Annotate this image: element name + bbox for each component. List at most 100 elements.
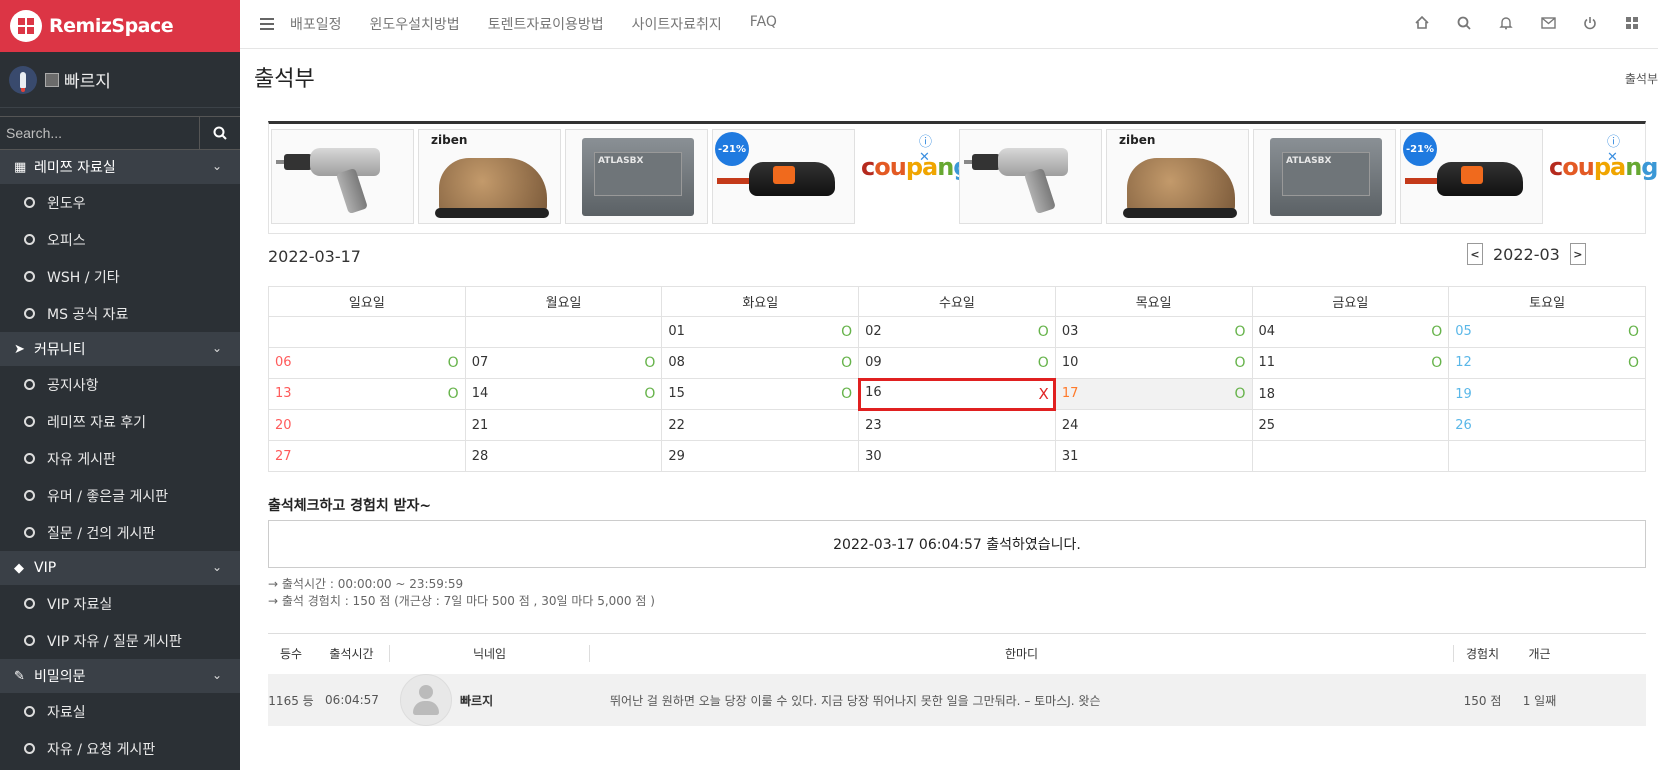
ad-product-saw[interactable]: -21% bbox=[1400, 129, 1543, 224]
calendar-day[interactable]: 18 bbox=[1251, 378, 1450, 410]
nav-link-windows-install[interactable]: 윈도우설치방법 bbox=[370, 14, 460, 34]
table-row: 1165 등 06:04:57 빠르지 뛰어난 걸 원하면 오늘 당장 이룰 수… bbox=[268, 674, 1646, 726]
nav-link-schedule[interactable]: 배포일정 bbox=[290, 14, 342, 34]
ad-product-battery[interactable]: ATLASBX bbox=[1253, 129, 1396, 224]
search-button[interactable] bbox=[200, 117, 240, 149]
calendar-day[interactable]: 29 bbox=[661, 440, 860, 472]
calendar-day[interactable]: 02 O bbox=[858, 316, 1056, 348]
attendance-calendar: 일요일 월요일 화요일 수요일 목요일 금요일 토요일 01 O 02 O 03 O 04 O… bbox=[268, 286, 1646, 472]
home-icon[interactable] bbox=[1412, 15, 1432, 33]
sidebar-item-label: WSH / 기타 bbox=[47, 269, 120, 286]
sidebar-item[interactable]: 자유 게시판 bbox=[0, 440, 240, 477]
calendar-day[interactable]: 15 O bbox=[661, 378, 860, 410]
user-profile[interactable]: 빠르지 bbox=[0, 52, 240, 108]
prev-month-button[interactable]: < bbox=[1467, 243, 1483, 265]
ad-product-battery[interactable]: ATLASBX bbox=[565, 129, 708, 224]
sidebar-item[interactable]: WSH / 기타 bbox=[0, 258, 240, 295]
ad-banner[interactable]: ziben ATLASBX -21% coupang ⓘ ✕ ziben bbox=[268, 121, 1658, 234]
sidebar-item[interactable]: VIP 자유 / 질문 게시판 bbox=[0, 622, 240, 659]
calendar-day[interactable]: 22 bbox=[661, 409, 860, 441]
ad-product-shoe[interactable]: ziben bbox=[1106, 129, 1249, 224]
calendar-day[interactable]: 23 bbox=[858, 409, 1056, 441]
brand-bar[interactable]: RemizSpace bbox=[0, 0, 240, 52]
power-icon[interactable] bbox=[1580, 16, 1600, 34]
sidebar-item[interactable]: 오피스 bbox=[0, 221, 240, 258]
nav-link-faq[interactable]: FAQ bbox=[750, 14, 777, 34]
circle-icon bbox=[24, 453, 35, 464]
ad-close-icon[interactable]: ⓘ ✕ bbox=[919, 131, 932, 165]
calendar-day[interactable]: 28 bbox=[464, 440, 663, 472]
calendar-day[interactable]: 08 O bbox=[661, 347, 860, 379]
diamond-icon: ◆ bbox=[14, 560, 24, 576]
ad-product-shoe[interactable]: ziben bbox=[418, 129, 561, 224]
coupang-logo[interactable]: coupang bbox=[1549, 153, 1658, 181]
calendar-day[interactable]: 12 O bbox=[1448, 347, 1646, 379]
breadcrumb[interactable]: 출석부 bbox=[1625, 70, 1658, 87]
nav-link-torrent-usage[interactable]: 토렌트자료이용방법 bbox=[488, 14, 604, 34]
calendar-day[interactable]: 03 O bbox=[1054, 316, 1253, 348]
attendance-exp-info: → 출석 경험치 : 150 점 (개근상 : 7일 마다 500 점 , 30… bbox=[268, 594, 655, 608]
calendar-day[interactable] bbox=[1251, 440, 1450, 472]
calendar-day[interactable]: 04 O bbox=[1251, 316, 1450, 348]
search-icon[interactable] bbox=[1454, 16, 1474, 34]
search-input[interactable] bbox=[0, 117, 200, 149]
calendar-day[interactable]: 25 bbox=[1251, 409, 1450, 441]
calendar-day[interactable] bbox=[268, 316, 466, 348]
ad-product-saw[interactable]: -21% bbox=[712, 129, 855, 224]
calendar-day[interactable]: 19 bbox=[1448, 378, 1646, 410]
calendar-day[interactable]: 14 O bbox=[464, 378, 663, 410]
calendar-day[interactable] bbox=[1448, 440, 1646, 472]
sidebar-item[interactable]: VIP 자료실 bbox=[0, 585, 240, 622]
top-icons bbox=[1412, 0, 1642, 49]
sidebar-item[interactable]: 질문 / 건의 게시판 bbox=[0, 514, 240, 551]
calendar-day[interactable]: 16 X bbox=[857, 377, 1057, 411]
calendar-day[interactable]: 06 O bbox=[268, 347, 466, 379]
header-rank: 등수 bbox=[279, 647, 303, 661]
calendar-day[interactable]: 01 O bbox=[661, 316, 860, 348]
day-number: 20 bbox=[275, 417, 292, 433]
sidebar-item-label: 유머 / 좋은글 게시판 bbox=[47, 488, 169, 505]
sidebar-item[interactable]: 유머 / 좋은글 게시판 bbox=[0, 477, 240, 514]
calendar-day[interactable]: 30 bbox=[858, 440, 1056, 472]
calendar-day[interactable]: 26 bbox=[1448, 409, 1646, 441]
sidebar-item[interactable]: 자유 / 요청 게시판 bbox=[0, 730, 240, 767]
calendar-day[interactable]: 11 O bbox=[1251, 347, 1450, 379]
ad-close-icon[interactable]: ⓘ ✕ bbox=[1607, 131, 1620, 165]
coupang-logo[interactable]: coupang bbox=[861, 153, 970, 181]
grid-icon[interactable] bbox=[1622, 16, 1642, 34]
mail-icon[interactable] bbox=[1538, 16, 1558, 33]
row-nick[interactable]: 빠르지 bbox=[460, 692, 493, 709]
sidebar-section[interactable]: ▦ 레미쯔 자료실 ⌄ bbox=[0, 150, 240, 184]
calendar-day[interactable]: 21 bbox=[464, 409, 663, 441]
nav-link-site-purpose[interactable]: 사이트자료취지 bbox=[632, 14, 722, 34]
ad-product-drill[interactable] bbox=[959, 129, 1102, 224]
calendar-day[interactable]: 27 bbox=[268, 440, 466, 472]
calendar-day[interactable]: 24 bbox=[1054, 409, 1253, 441]
sidebar-item[interactable]: 공지사항 bbox=[0, 366, 240, 403]
calendar-day[interactable]: 05 O bbox=[1448, 316, 1646, 348]
sidebar-item[interactable]: 레미쯔 자료 후기 bbox=[0, 403, 240, 440]
calendar-day[interactable]: 13 O bbox=[268, 378, 466, 410]
calendar-day[interactable]: 31 bbox=[1054, 440, 1253, 472]
next-month-button[interactable]: > bbox=[1569, 243, 1586, 265]
day-number: 07 bbox=[471, 355, 489, 370]
sidebar-section[interactable]: ◆ VIP ⌄ bbox=[0, 551, 240, 585]
sidebar-item[interactable]: MS 공식 자료 bbox=[0, 295, 240, 332]
avatar[interactable] bbox=[400, 674, 452, 726]
calendar-day[interactable]: 10 O bbox=[1054, 347, 1253, 379]
sidebar-item[interactable]: 윈도우 bbox=[0, 184, 240, 221]
sidebar-item[interactable]: 자료실 bbox=[0, 693, 240, 730]
attendance-title: 출석체크하고 경험치 받자~ bbox=[268, 498, 432, 514]
sidebar-section[interactable]: ➤ 커뮤니티 ⌄ bbox=[0, 332, 240, 366]
calendar-day[interactable]: 09 O bbox=[858, 347, 1056, 379]
ad-product-drill[interactable] bbox=[271, 129, 414, 224]
day-number: 05 bbox=[1455, 324, 1472, 339]
calendar-day[interactable]: 17 O bbox=[1054, 378, 1253, 410]
calendar-day[interactable]: 07 O bbox=[464, 347, 663, 379]
hamburger-icon[interactable] bbox=[260, 18, 274, 30]
day-number: 23 bbox=[865, 417, 882, 433]
calendar-day[interactable] bbox=[464, 316, 663, 348]
sidebar-section[interactable]: ✎ 비밀의문 ⌄ bbox=[0, 659, 240, 693]
bell-icon[interactable] bbox=[1496, 16, 1516, 34]
calendar-day[interactable]: 20 bbox=[268, 409, 466, 441]
